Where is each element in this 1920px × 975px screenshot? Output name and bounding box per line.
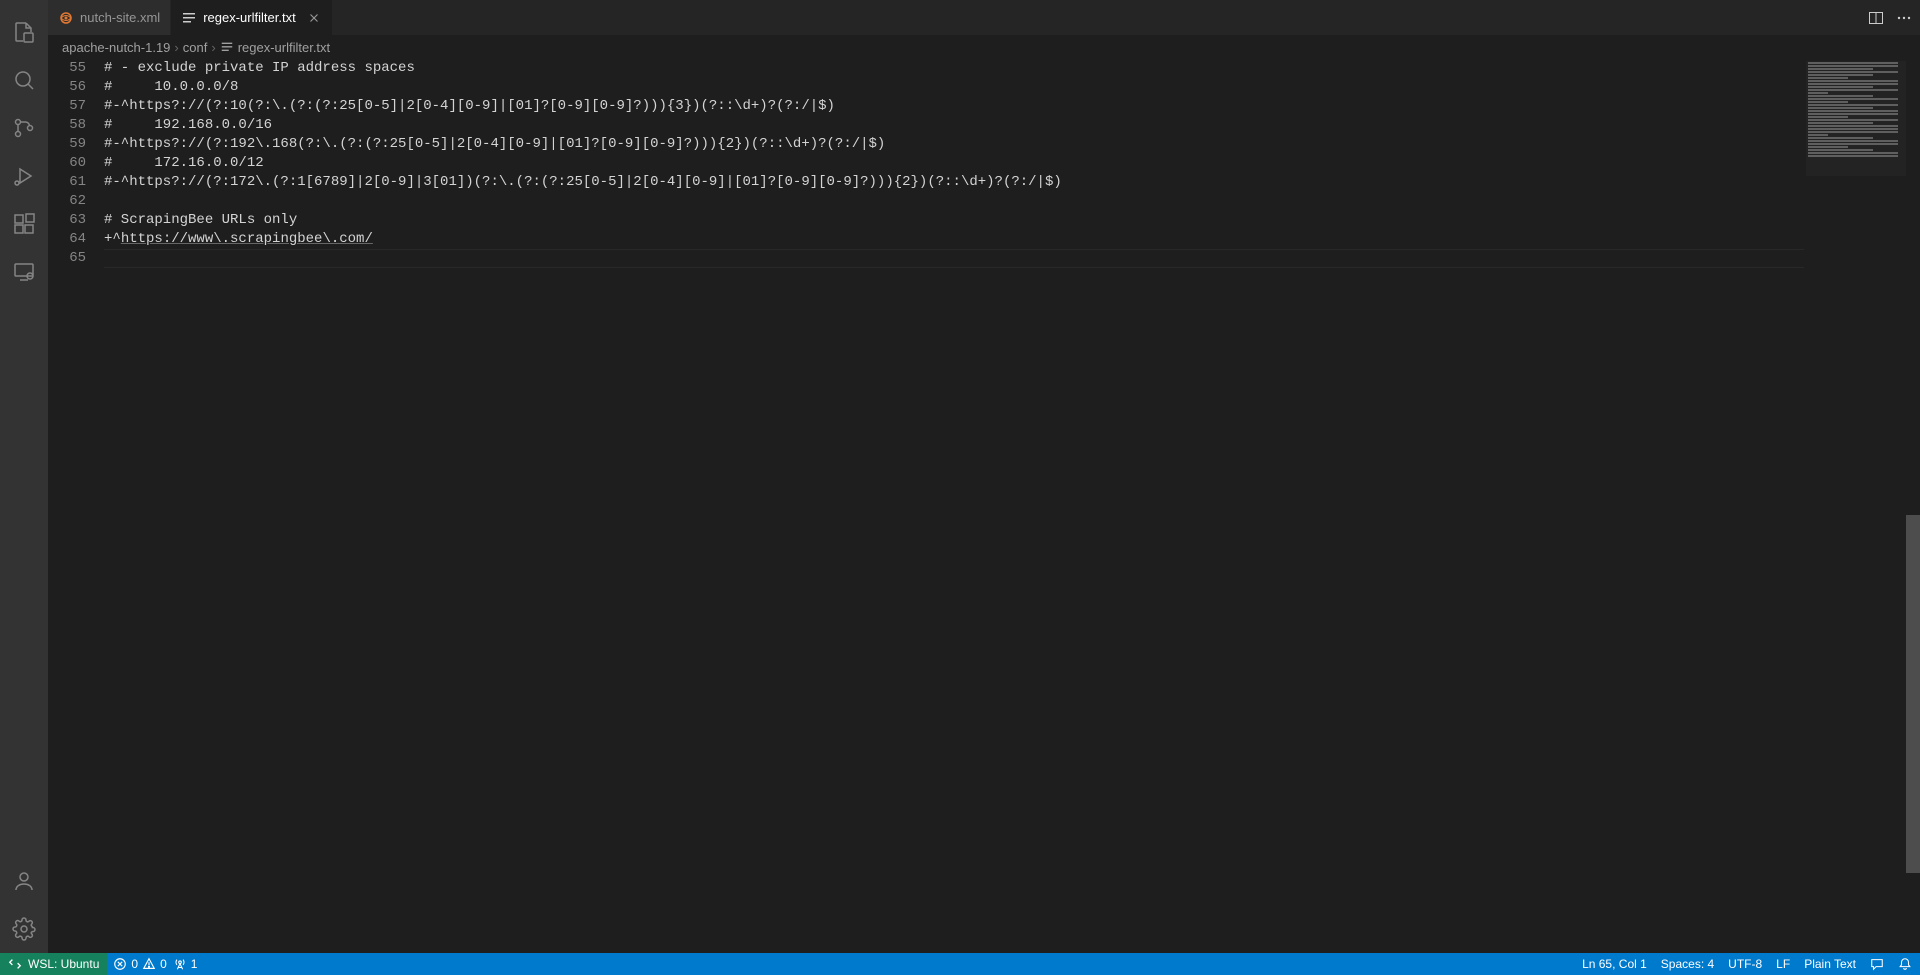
breadcrumb-part[interactable]: apache-nutch-1.19 <box>62 40 170 55</box>
settings-gear-icon[interactable] <box>0 905 48 953</box>
chevron-right-icon: › <box>211 40 215 55</box>
feedback-icon[interactable] <box>1870 957 1884 971</box>
extensions-icon[interactable] <box>0 200 48 248</box>
line-number: 60 <box>48 154 104 173</box>
cursor-position[interactable]: Ln 65, Col 1 <box>1582 957 1647 971</box>
remote-icon <box>8 957 22 971</box>
scrollbar-thumb[interactable] <box>1906 515 1920 873</box>
code-line[interactable]: 64+^https://www\.scrapingbee\.com/ <box>48 230 1920 249</box>
notifications-icon[interactable] <box>1898 957 1912 971</box>
warning-count: 0 <box>160 957 167 971</box>
line-number: 61 <box>48 173 104 192</box>
tab-label: regex-urlfilter.txt <box>203 10 295 25</box>
vertical-scrollbar[interactable] <box>1906 59 1920 953</box>
line-number: 62 <box>48 192 104 211</box>
line-number: 58 <box>48 116 104 135</box>
code-line[interactable]: 55# - exclude private IP address spaces <box>48 59 1920 78</box>
explorer-icon[interactable] <box>0 8 48 56</box>
more-actions-icon[interactable] <box>1896 10 1912 26</box>
code-line[interactable]: 62 <box>48 192 1920 211</box>
indentation[interactable]: Spaces: 4 <box>1661 957 1714 971</box>
line-content: # ScrapingBee URLs only <box>104 211 297 230</box>
code-line[interactable]: 59#-^https?://(?:192\.168(?:\.(?:(?:25[0… <box>48 135 1920 154</box>
warning-icon <box>142 957 156 971</box>
language-mode[interactable]: Plain Text <box>1804 957 1856 971</box>
code-line[interactable]: 65 <box>48 249 1920 268</box>
line-content: # 192.168.0.0/16 <box>104 116 272 135</box>
ports-indicator[interactable]: 1 <box>173 957 198 971</box>
line-content: # 10.0.0.0/8 <box>104 78 238 97</box>
search-icon[interactable] <box>0 56 48 104</box>
split-editor-icon[interactable] <box>1868 10 1884 26</box>
line-number: 57 <box>48 97 104 116</box>
line-content: #-^https?://(?:192\.168(?:\.(?:(?:25[0-5… <box>104 135 885 154</box>
run-debug-icon[interactable] <box>0 152 48 200</box>
error-count: 0 <box>131 957 138 971</box>
text-file-icon <box>220 40 234 54</box>
breadcrumbs[interactable]: apache-nutch-1.19 › conf › regex-urlfilt… <box>48 35 1920 59</box>
line-number: 65 <box>48 249 104 268</box>
activity-bar <box>0 0 48 953</box>
tab-regex-urlfilter[interactable]: regex-urlfilter.txt <box>171 0 332 35</box>
chevron-right-icon: › <box>174 40 178 55</box>
line-content <box>104 249 1804 268</box>
line-number: 59 <box>48 135 104 154</box>
editor-content[interactable]: 55# - exclude private IP address spaces5… <box>48 59 1920 953</box>
code-line[interactable]: 57#-^https?://(?:10(?:\.(?:(?:25[0-5]|2[… <box>48 97 1920 116</box>
line-number: 64 <box>48 230 104 249</box>
code-line[interactable]: 63# ScrapingBee URLs only <box>48 211 1920 230</box>
breadcrumb-part[interactable]: regex-urlfilter.txt <box>238 40 330 55</box>
ports-count: 1 <box>191 957 198 971</box>
minimap[interactable] <box>1806 61 1906 176</box>
line-number: 56 <box>48 78 104 97</box>
radio-tower-icon <box>173 957 187 971</box>
encoding[interactable]: UTF-8 <box>1728 957 1762 971</box>
line-content: +^https://www\.scrapingbee\.com/ <box>104 230 373 249</box>
breadcrumb-part[interactable]: conf <box>183 40 208 55</box>
eol[interactable]: LF <box>1776 957 1790 971</box>
tab-nutch-site[interactable]: nutch-site.xml <box>48 0 171 35</box>
problems-indicator[interactable]: 0 0 <box>113 957 166 971</box>
remote-label: WSL: Ubuntu <box>28 957 99 971</box>
text-file-icon <box>181 10 197 26</box>
accounts-icon[interactable] <box>0 857 48 905</box>
line-content: #-^https?://(?:10(?:\.(?:(?:25[0-5]|2[0-… <box>104 97 835 116</box>
tab-label: nutch-site.xml <box>80 10 160 25</box>
remote-indicator[interactable]: WSL: Ubuntu <box>0 953 107 975</box>
code-line[interactable]: 61#-^https?://(?:172\.(?:1[6789]|2[0-9]|… <box>48 173 1920 192</box>
source-control-icon[interactable] <box>0 104 48 152</box>
code-line[interactable]: 58# 192.168.0.0/16 <box>48 116 1920 135</box>
remote-explorer-icon[interactable] <box>0 248 48 296</box>
line-content: # - exclude private IP address spaces <box>104 59 415 78</box>
xml-file-icon <box>58 10 74 26</box>
line-content: # 172.16.0.0/12 <box>104 154 264 173</box>
code-line[interactable]: 56# 10.0.0.0/8 <box>48 78 1920 97</box>
line-number: 55 <box>48 59 104 78</box>
close-icon[interactable] <box>306 10 322 26</box>
status-bar: WSL: Ubuntu 0 0 1 Ln 65, Col 1 Spaces: 4… <box>0 953 1920 975</box>
error-icon <box>113 957 127 971</box>
tabs-bar: nutch-site.xml regex-urlfilter.txt <box>48 0 1920 35</box>
line-content: #-^https?://(?:172\.(?:1[6789]|2[0-9]|3[… <box>104 173 1062 192</box>
code-line[interactable]: 60# 172.16.0.0/12 <box>48 154 1920 173</box>
line-number: 63 <box>48 211 104 230</box>
